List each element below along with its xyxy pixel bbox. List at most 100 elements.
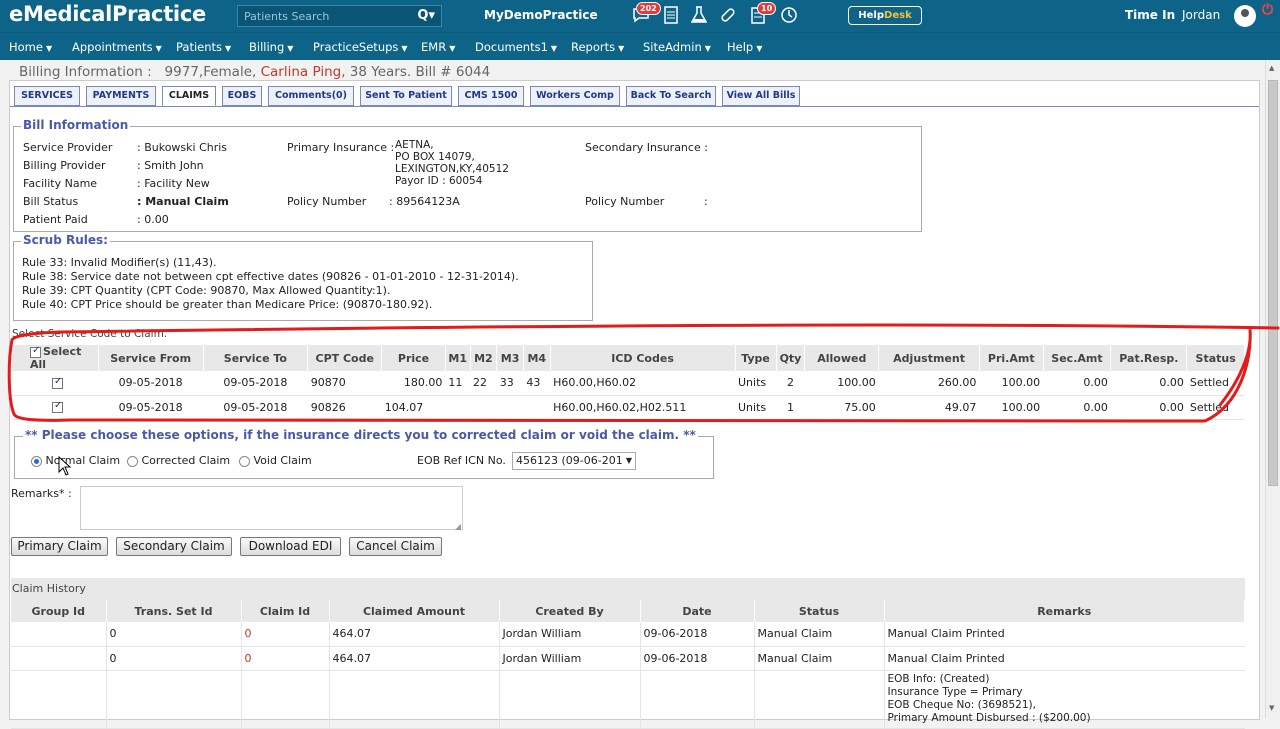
eob-ref-select[interactable]: 456123 (09-06-201 ▼ xyxy=(512,452,636,470)
row-select-cell[interactable] xyxy=(12,395,99,420)
practice-name[interactable]: MyDemoPractice xyxy=(484,8,598,22)
scroll-down-arrow-icon[interactable]: ▼ xyxy=(1269,704,1274,712)
service-provider-value: : Bukowski Chris xyxy=(137,141,228,154)
table-header-row: Group Id Trans. Set Id Claim Id Claimed … xyxy=(11,600,1245,622)
helpdesk-button[interactable]: HelpDesk xyxy=(848,6,922,25)
tab-back-to-search[interactable]: Back To Search xyxy=(626,86,716,106)
tab-claims[interactable]: CLAIMS xyxy=(162,86,216,106)
search-icon[interactable]: Q▾ xyxy=(417,8,435,23)
tab-comments[interactable]: Comments(0) xyxy=(268,86,354,106)
select-all-header[interactable]: Select All xyxy=(12,345,99,371)
billing-provider-label: Billing Provider xyxy=(23,159,106,172)
cell-date: 09-06-2018 xyxy=(640,622,755,647)
primary-claim-button[interactable]: Primary Claim xyxy=(11,537,108,556)
cell-m2 xyxy=(470,395,497,420)
scroll-thumb[interactable] xyxy=(1268,80,1278,486)
tab-cms-1500[interactable]: CMS 1500 xyxy=(458,86,524,106)
bill-information-legend: Bill Information xyxy=(21,118,131,132)
row-checkbox[interactable] xyxy=(52,400,63,413)
avatar[interactable] xyxy=(1234,5,1256,27)
normal-claim-option[interactable]: Normal Claim xyxy=(31,454,120,467)
nav-patients[interactable]: Patients ▼ xyxy=(176,40,231,54)
nav-home[interactable]: Home ▼ xyxy=(9,40,52,54)
column-header: Price xyxy=(381,345,446,371)
claim-options-legend: ** Please choose these options, if the i… xyxy=(23,428,698,442)
tab-view-all-bills[interactable]: View All Bills xyxy=(722,86,800,106)
nav-reports[interactable]: Reports ▼ xyxy=(571,40,624,54)
cell-m1: 11 xyxy=(445,371,471,396)
pill-icon[interactable] xyxy=(719,6,737,24)
nav-label: PracticeSetups xyxy=(313,40,399,54)
cell-status: Manual Claim xyxy=(754,622,885,647)
patient-paid-value: : 0.00 xyxy=(137,213,169,226)
normal-claim-radio[interactable] xyxy=(31,455,42,467)
row-checkbox[interactable] xyxy=(52,376,63,389)
cancel-claim-button[interactable]: Cancel Claim xyxy=(349,537,442,556)
cell-adjustment: 260.00 xyxy=(878,371,980,396)
cell-price: 104.07 xyxy=(381,395,446,420)
tab-services[interactable]: SERVICES xyxy=(14,86,80,106)
row-select-cell[interactable] xyxy=(12,371,99,396)
helpdesk-help-text: Help xyxy=(858,10,885,21)
nav-site-admin[interactable]: SiteAdmin ▼ xyxy=(643,40,711,54)
nav-emr[interactable]: EMR ▼ xyxy=(421,40,455,54)
cell-created-by: Jordan William xyxy=(499,646,641,671)
corrected-claim-option[interactable]: Corrected Claim xyxy=(127,454,230,467)
cell-m1 xyxy=(445,395,471,420)
tab-eobs[interactable]: EOBS xyxy=(222,86,262,106)
scrub-rule: Rule 38: Service date not between cpt ef… xyxy=(22,270,519,283)
tab-sent-to-patient[interactable]: Sent To Patient xyxy=(360,86,452,106)
cell-empty xyxy=(329,670,500,729)
nav-label: Reports xyxy=(571,40,616,54)
time-in-link[interactable]: Time In xyxy=(1125,8,1175,22)
resize-handle-icon[interactable]: ◢ xyxy=(455,522,461,531)
nav-appointments[interactable]: Appointments ▼ xyxy=(72,40,162,54)
nav-help[interactable]: Help ▼ xyxy=(727,40,762,54)
primary-insurance-address: AETNA, PO BOX 14079, LEXINGTON,KY,40512 … xyxy=(395,139,509,187)
cell-empty xyxy=(11,670,107,729)
service-provider-label: Service Provider xyxy=(23,141,113,154)
tasks-icon[interactable]: 10 xyxy=(749,2,777,24)
remarks-textarea[interactable]: ◢ xyxy=(80,486,463,531)
mouse-cursor-icon xyxy=(58,456,72,476)
patient-search-box[interactable]: Q▾ xyxy=(237,5,442,27)
column-header: Qty xyxy=(776,345,806,371)
patient-info: 9977,Female, xyxy=(164,64,257,80)
download-edi-button[interactable]: Download EDI xyxy=(240,537,341,556)
nav-practice-setups[interactable]: PracticeSetups ▼ xyxy=(313,40,408,54)
void-claim-option[interactable]: Void Claim xyxy=(239,454,312,467)
user-name[interactable]: Jordan xyxy=(1182,8,1220,22)
cell-pri-amt: 100.00 xyxy=(979,371,1044,396)
cell-claim-id-link[interactable]: 0 xyxy=(241,622,330,647)
select-all-checkbox[interactable] xyxy=(30,345,41,358)
claim-options-box: ** Please choose these options, if the i… xyxy=(14,428,714,479)
nav-documents[interactable]: Documents1 ▼ xyxy=(475,40,557,54)
patient-search-input[interactable] xyxy=(238,6,418,26)
eob-info-line: Primary Amount Disbursed : ($200.00) xyxy=(887,711,1091,724)
secondary-claim-button[interactable]: Secondary Claim xyxy=(116,537,232,556)
claim-history-table: Group Id Trans. Set Id Claim Id Claimed … xyxy=(11,600,1245,729)
corrected-claim-radio[interactable] xyxy=(127,455,138,467)
nav-billing[interactable]: Billing ▼ xyxy=(249,40,293,54)
app-logo[interactable]: eMedicalPractice xyxy=(9,2,206,26)
cell-price: 180.00 xyxy=(381,371,446,396)
scroll-up-arrow-icon[interactable]: ▲ xyxy=(1269,64,1274,72)
page-scrollbar[interactable]: ▲ ▼ xyxy=(1265,60,1280,718)
cell-pat-resp: 0.00 xyxy=(1110,371,1187,396)
messages-icon[interactable]: 202 xyxy=(632,2,661,24)
nav-label: Help xyxy=(727,40,754,54)
cell-claim-id-link[interactable]: 0 xyxy=(241,646,330,671)
table-row[interactable]: 09-05-2018 09-05-2018 90870 180.00 11 22… xyxy=(12,371,1245,396)
tab-workers-comp[interactable]: Workers Comp xyxy=(530,86,620,106)
column-header: Pat.Resp. xyxy=(1110,345,1188,371)
lab-flask-icon[interactable] xyxy=(690,6,708,24)
void-claim-radio[interactable] xyxy=(239,455,250,467)
tab-payments[interactable]: PAYMENTS xyxy=(86,86,156,106)
nav-label: Patients xyxy=(176,40,223,54)
logout-power-icon[interactable]: ⏻ xyxy=(1262,2,1273,18)
column-header: Trans. Set Id xyxy=(106,600,242,622)
history-clock-icon[interactable] xyxy=(780,6,798,24)
table-row: 0 0 464.07 Jordan William 09-06-2018 Man… xyxy=(11,646,1245,671)
document-icon[interactable] xyxy=(662,6,680,24)
table-row[interactable]: 09-05-2018 09-05-2018 90826 104.07 H60.0… xyxy=(12,395,1245,420)
